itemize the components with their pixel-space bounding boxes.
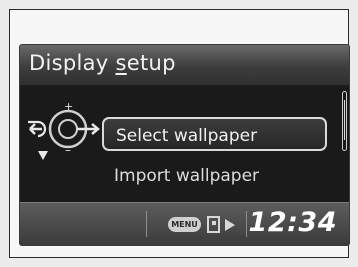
title-bar: Display setup — [20, 45, 349, 87]
title-suffix: etup — [126, 51, 176, 75]
scrollbar-track — [344, 100, 345, 140]
figure-frame: Display setup + – Select wallpaper Impor… — [9, 9, 350, 258]
screen-title: Display setup — [29, 51, 176, 75]
exit-door-arrow-icon — [207, 216, 235, 233]
scrollbar[interactable] — [342, 91, 347, 151]
back-arrow-icon — [28, 120, 47, 138]
svg-text:+: + — [64, 100, 73, 113]
status-bar: MENU 12:34 — [20, 202, 349, 245]
svg-text:–: – — [65, 143, 71, 157]
clock: 12:34 — [248, 207, 337, 238]
display-screen: Display setup + – Select wallpaper Impor… — [19, 44, 350, 246]
interface-dial-icon: + – — [28, 100, 100, 160]
interface-dial[interactable]: + – — [24, 93, 114, 165]
menu-item-import-wallpaper[interactable]: Import wallpaper — [102, 159, 327, 193]
menu-exit-hint[interactable]: MENU — [168, 215, 253, 237]
status-divider — [146, 211, 147, 237]
down-triangle-icon — [38, 151, 48, 160]
menu-item-select-wallpaper[interactable]: Select wallpaper — [102, 117, 327, 151]
menu-button[interactable]: MENU — [168, 217, 201, 232]
title-underlined-letter: s — [115, 51, 127, 75]
title-prefix: Display — [29, 51, 116, 75]
